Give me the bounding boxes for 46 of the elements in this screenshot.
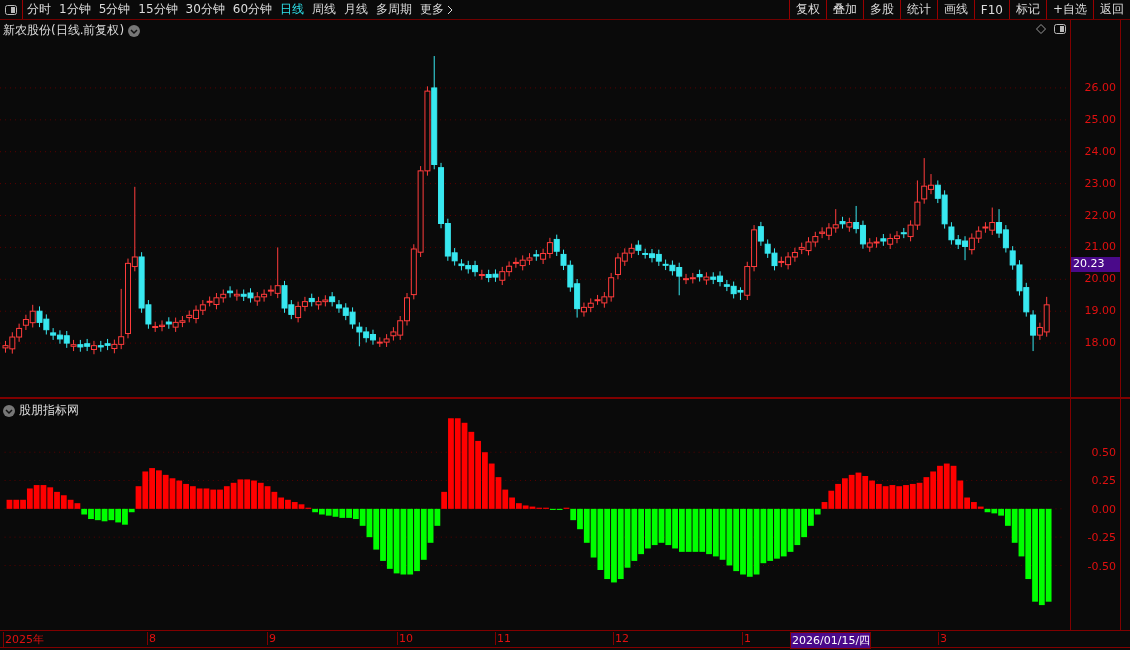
indicator-title: 股朋指标网 bbox=[19, 402, 79, 419]
period-tab[interactable]: 1分钟 bbox=[55, 0, 95, 19]
indicator-axis-label: 0.00 bbox=[1090, 502, 1116, 516]
toolbar-button[interactable]: 画线 bbox=[936, 0, 974, 19]
toolbar-button[interactable]: F10 bbox=[973, 0, 1009, 19]
price-axis-label: 20.00 bbox=[1083, 272, 1116, 286]
price-axis-label: 26.00 bbox=[1083, 80, 1116, 94]
date-axis-label: 10 bbox=[397, 632, 413, 645]
date-axis-label: 11 bbox=[495, 632, 511, 645]
price-axis-label: 24.00 bbox=[1083, 144, 1116, 158]
chart-title: 新农股份(日线.前复权) bbox=[3, 22, 125, 39]
period-tab[interactable]: 多周期 bbox=[372, 0, 417, 19]
current-price-tag: 20.23 bbox=[1071, 257, 1120, 272]
price-axis-label: 19.00 bbox=[1083, 304, 1116, 318]
more-button[interactable]: 更多 bbox=[416, 0, 458, 19]
price-axis-label: 23.00 bbox=[1083, 176, 1116, 190]
indicator-axis-label: 0.50 bbox=[1090, 445, 1116, 459]
price-axis-label: 22.00 bbox=[1083, 208, 1116, 222]
period-tab[interactable]: 30分钟 bbox=[181, 0, 229, 19]
period-tab[interactable]: 5分钟 bbox=[94, 0, 135, 19]
price-axis-label: 18.00 bbox=[1083, 336, 1116, 350]
period-tab[interactable]: 15分钟 bbox=[134, 0, 182, 19]
indicator-axis-label: 0.25 bbox=[1090, 474, 1116, 488]
period-tab[interactable]: 周线 bbox=[308, 0, 341, 19]
toolbar-button[interactable]: 叠加 bbox=[825, 0, 863, 19]
price-axis-label: 25.00 bbox=[1083, 112, 1116, 126]
date-axis-label: 2025年 bbox=[3, 632, 44, 647]
date-axis-label: 1 bbox=[742, 632, 751, 645]
date-axis-label: 12 bbox=[613, 632, 629, 645]
date-axis-label: 9 bbox=[267, 632, 276, 645]
period-tab[interactable]: 日线 bbox=[276, 0, 309, 19]
toolbar-button[interactable]: 多股 bbox=[862, 0, 900, 19]
date-axis-label: 3 bbox=[938, 632, 947, 645]
date-axis-label: 8 bbox=[147, 632, 156, 645]
indicator-axis-label: -0.50 bbox=[1086, 559, 1116, 573]
toolbar-button[interactable]: 复权 bbox=[788, 0, 826, 19]
price-axis-label: 21.00 bbox=[1083, 240, 1116, 254]
cursor-date-label: 2026/01/15/四 bbox=[790, 632, 872, 649]
toolbar-button[interactable]: 返回 bbox=[1093, 0, 1130, 19]
indicator-axis-label: -0.25 bbox=[1086, 531, 1116, 545]
period-tab[interactable]: 分时 bbox=[23, 0, 55, 19]
toolbar-button[interactable]: 标记 bbox=[1008, 0, 1046, 19]
period-tab[interactable]: 月线 bbox=[340, 0, 373, 19]
toolbar-button[interactable]: +自选 bbox=[1045, 0, 1093, 19]
toolbar-button[interactable]: 统计 bbox=[899, 0, 937, 19]
period-tab[interactable]: 60分钟 bbox=[228, 0, 277, 19]
